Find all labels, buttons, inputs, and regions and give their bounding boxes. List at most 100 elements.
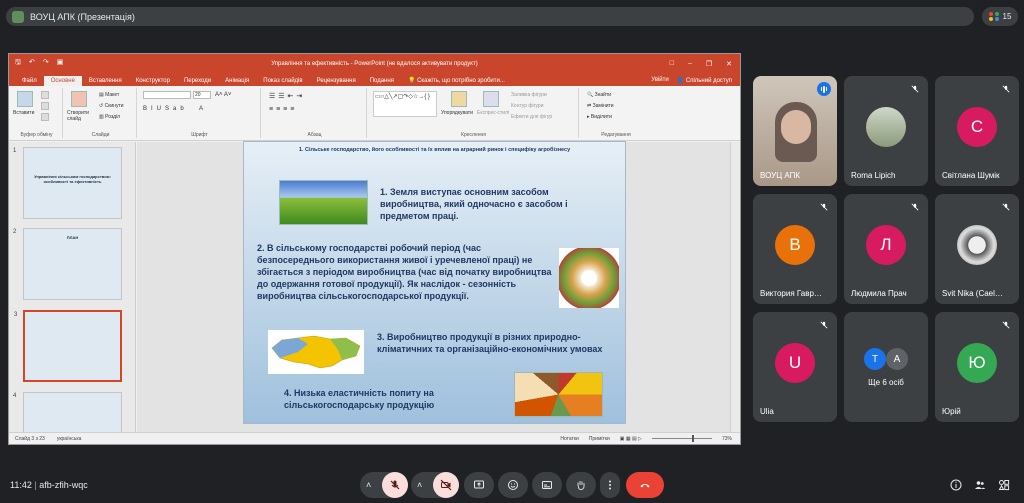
hang-up-icon — [640, 484, 650, 488]
participant-tile-roma[interactable]: Roma Lipich — [844, 76, 928, 186]
thumbnail-number: 4 — [13, 393, 17, 399]
copy-icon[interactable] — [41, 102, 49, 110]
shape-fill-button[interactable]: Заливка фігури — [511, 92, 547, 98]
share-label: Спільний доступ — [685, 78, 732, 84]
ppt-statusbar: Слайд 3 з 23 українська Нотатки Примітки… — [9, 432, 740, 444]
mic-off-icon — [390, 480, 400, 490]
mic-options-chevron-icon[interactable]: ˄ — [366, 480, 371, 490]
participant-name: Людмила Прач — [851, 289, 907, 298]
thumbnail-slide-1[interactable]: 1 Управління сільським господарством: ос… — [13, 147, 122, 219]
tab-design[interactable]: Конструктор — [129, 78, 177, 86]
tab-animations[interactable]: Анімація — [218, 78, 256, 86]
thumbnail-slide-3[interactable]: 3 — [14, 310, 122, 382]
arrange-button[interactable]: Упорядкувати — [441, 110, 473, 116]
reactions-button[interactable] — [498, 472, 528, 498]
paste-button[interactable]: Вставити — [13, 110, 34, 116]
cut-icon[interactable] — [41, 91, 49, 99]
font-name-box[interactable] — [143, 91, 191, 99]
font-group: 20 A˄ A˅ BIUSab A Шрифт — [139, 88, 261, 138]
people-button[interactable] — [972, 477, 988, 493]
tab-file[interactable]: Файл — [15, 78, 44, 86]
replace-button[interactable]: ⇄ Замінити — [587, 103, 614, 109]
tell-me-box[interactable]: 💡 Скажіть, що потрібно зробити... — [401, 77, 512, 86]
mic-off-icon — [999, 200, 1013, 214]
participant-count: 15 — [1002, 12, 1012, 21]
leave-call-button[interactable] — [626, 472, 664, 498]
format-painter-icon[interactable] — [41, 113, 49, 121]
notes-button[interactable]: Нотатки — [560, 436, 578, 442]
tab-view[interactable]: Подання — [363, 78, 401, 86]
camera-options-chevron-icon[interactable]: ˄ — [417, 480, 422, 490]
participant-name: Roma Lipich — [851, 171, 896, 180]
quick-styles-icon[interactable] — [483, 91, 499, 107]
share-button[interactable]: 👤 Спільний доступ — [677, 77, 732, 84]
mic-toggle-button[interactable] — [382, 472, 408, 498]
participant-tile-liudmyla[interactable]: Л Людмила Прач — [844, 194, 928, 304]
new-slide-button[interactable]: Створити слайд — [67, 110, 95, 122]
font-color-icon[interactable]: A — [199, 106, 203, 112]
signin-link[interactable]: Увійти — [651, 77, 668, 84]
format-icons[interactable]: BIUSab — [143, 106, 188, 112]
tab-home[interactable]: Основне — [43, 76, 82, 86]
slide-point-3: 3. Виробництво продукції в різних природ… — [377, 332, 603, 354]
zoom-slider[interactable] — [651, 435, 712, 442]
tab-insert[interactable]: Вставлення — [82, 78, 129, 86]
shape-effects-button[interactable]: Ефекти для фігур — [511, 114, 552, 120]
captions-icon — [542, 481, 552, 489]
participant-tile-viktoria[interactable]: В Виктория Гавр… — [753, 194, 837, 304]
new-slide-icon[interactable] — [71, 91, 87, 107]
select-button[interactable]: ▸ Виділити — [587, 114, 612, 120]
participant-tile-more[interactable]: T A Ще 6 осіб — [844, 312, 928, 422]
thumbnail-slide-4[interactable]: 4 — [13, 392, 122, 433]
layout-button[interactable]: ▤ Макет — [99, 92, 119, 98]
close-icon[interactable]: ✕ — [726, 60, 732, 68]
vertical-scrollbar[interactable] — [730, 142, 740, 433]
present-button[interactable] — [464, 472, 494, 498]
meeting-details-button[interactable] — [948, 477, 964, 493]
thumbnail-slide-2[interactable]: 2 ПЛАН — [13, 228, 122, 300]
participant-tile-voutz[interactable]: ВОУЦ АПК — [753, 76, 837, 186]
font-label: Шрифт — [191, 132, 208, 138]
minimize-icon[interactable]: – — [688, 60, 692, 68]
captions-button[interactable] — [532, 472, 562, 498]
quick-styles-button[interactable]: Експрес-стилі — [477, 110, 509, 116]
raise-hand-button[interactable] — [566, 472, 596, 498]
more-options-button[interactable] — [600, 472, 620, 498]
tab-slideshow[interactable]: Показ слайдів — [256, 78, 309, 86]
shape-outline-button[interactable]: Контур фігури — [511, 103, 543, 109]
ribbon-options-icon[interactable]: □ — [670, 60, 674, 68]
ribbon-tabs: Файл Основне Вставлення Конструктор Пере… — [9, 73, 740, 86]
shapes-gallery[interactable]: ▭○△╲↗▢↷◇☆→{ } — [373, 91, 437, 117]
reset-button[interactable]: ↺ Скинути — [99, 103, 124, 109]
font-size-box[interactable]: 20 — [193, 91, 211, 99]
participant-tile-ulia[interactable]: U Ulia — [753, 312, 837, 422]
paste-icon[interactable] — [17, 91, 33, 107]
maximize-icon[interactable]: ❐ — [706, 60, 712, 68]
shapes-icon — [998, 480, 1010, 491]
meeting-info: 11:42 | afb-zfih-wqc — [10, 480, 88, 490]
camera-toggle-button[interactable] — [433, 472, 459, 498]
tab-transitions[interactable]: Переходи — [177, 78, 218, 86]
grow-font-icon[interactable]: A˄ A˅ — [215, 92, 231, 98]
tab-review[interactable]: Рецензування — [310, 78, 363, 86]
avatar: U — [775, 343, 815, 383]
thumbnail-number: 3 — [14, 312, 18, 318]
comments-button[interactable]: Примітки — [589, 436, 610, 442]
participant-tile-yurii[interactable]: Ю Юрій — [935, 312, 1019, 422]
hand-icon — [577, 481, 585, 490]
participants-button[interactable]: 15 — [982, 7, 1018, 26]
list-icons[interactable]: ☰☰⇤⇥ — [269, 92, 305, 100]
find-button[interactable]: 🔍 Знайти — [587, 92, 611, 98]
participant-name: Svit Nika (Cael… — [942, 289, 1003, 298]
zoom-thumb[interactable] — [691, 435, 694, 442]
mic-off-icon — [999, 82, 1013, 96]
participant-tile-svitnika[interactable]: Svit Nika (Cael… — [935, 194, 1019, 304]
reset-label: Скинути — [104, 103, 124, 109]
view-buttons[interactable]: ▣ ▦ ▤ ▷ — [620, 436, 642, 442]
slides-label: Слайди — [91, 132, 110, 138]
align-icons[interactable]: ≡≡≡≡ — [269, 106, 297, 113]
arrange-icon[interactable] — [451, 91, 467, 107]
participant-tile-svitlana[interactable]: С Світлана Шумік — [935, 76, 1019, 186]
section-button[interactable]: ▥ Розділ — [99, 114, 120, 120]
activities-button[interactable] — [996, 477, 1012, 493]
